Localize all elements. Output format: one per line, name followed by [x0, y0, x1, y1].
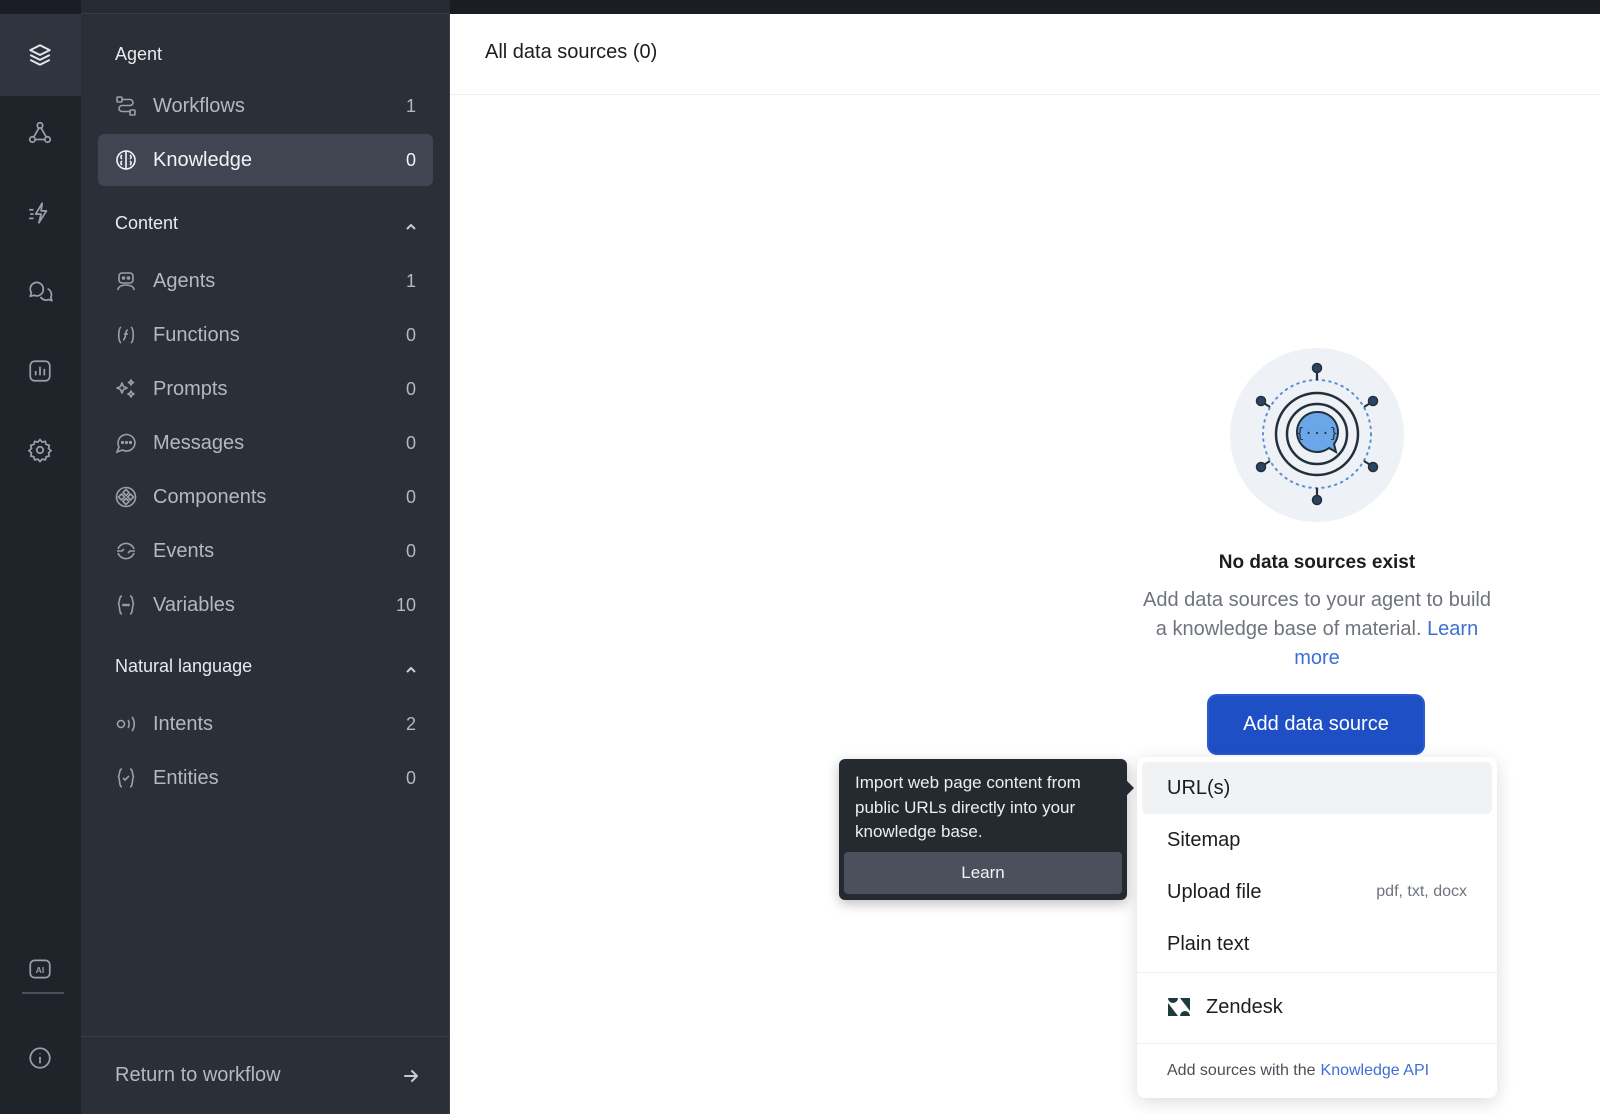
- add-data-source-button[interactable]: Add data source: [1209, 696, 1423, 753]
- sidebar-item-messages[interactable]: Messages 0: [98, 417, 433, 469]
- sidebar-item-count: 2: [405, 713, 416, 734]
- sidebar-item-intents[interactable]: Intents 2: [98, 698, 433, 750]
- menu-item-urls[interactable]: URL(s): [1142, 762, 1492, 814]
- sidebar-item-label: Knowledge: [153, 148, 252, 171]
- sidebar-item-variables[interactable]: Variables 10: [98, 579, 433, 631]
- sidebar-item-agents[interactable]: Agents 1: [98, 255, 433, 307]
- analytics-icon[interactable]: [25, 356, 55, 386]
- menu-item-upload-file[interactable]: Upload file pdf, txt, docx: [1142, 866, 1492, 918]
- sidebar-top-strip: [81, 0, 450, 14]
- workflow-graph-icon[interactable]: [25, 118, 55, 148]
- sidebar-item-label: Components: [153, 485, 267, 508]
- sidebar-item-count: 0: [405, 540, 416, 561]
- sidebar-item-label: Messages: [153, 431, 245, 454]
- sidebar-item-count: 0: [405, 378, 416, 399]
- layers-icon[interactable]: [25, 40, 55, 70]
- page-title: All data sources (0): [485, 41, 658, 63]
- url-tooltip: Import web page content from public URLs…: [839, 759, 1134, 900]
- chevron-up-icon[interactable]: [403, 219, 419, 235]
- menu-item-label: Sitemap: [1167, 828, 1241, 851]
- sidebar-item-entities[interactable]: Entities 0: [98, 752, 433, 804]
- lightning-icon[interactable]: [25, 198, 55, 228]
- sidebar-item-prompts[interactable]: Prompts 0: [98, 363, 433, 415]
- chat-bubbles-icon[interactable]: [25, 277, 55, 307]
- sidebar-item-label: Entities: [153, 766, 219, 789]
- footer-text: Add sources with the: [1167, 1062, 1316, 1079]
- sidebar: Agent Workflows 1 Knowledge 0 Content Ag…: [81, 0, 450, 1114]
- message-icon: [113, 430, 139, 456]
- section-heading-agent: Agent: [115, 44, 163, 64]
- sidebar-item-label: Functions: [153, 323, 240, 346]
- menu-item-sitemap[interactable]: Sitemap: [1142, 814, 1492, 866]
- sidebar-item-count: 0: [405, 486, 416, 507]
- menu-item-label: Upload file: [1167, 880, 1262, 903]
- settings-icon[interactable]: [25, 435, 55, 465]
- ai-icon[interactable]: AI: [25, 954, 55, 984]
- svg-text:AI: AI: [36, 965, 45, 975]
- sidebar-item-count: 1: [405, 270, 416, 291]
- sidebar-item-label: Workflows: [153, 94, 245, 117]
- sidebar-item-count: 10: [395, 594, 416, 615]
- robot-icon: [113, 268, 139, 294]
- file-types-hint: pdf, txt, docx: [1376, 883, 1467, 900]
- tooltip-learn-button[interactable]: Learn: [844, 852, 1122, 894]
- sidebar-item-functions[interactable]: Functions 0: [98, 309, 433, 361]
- sidebar-item-events[interactable]: Events 0: [98, 525, 433, 577]
- return-to-workflow-label: Return to workflow: [115, 1064, 281, 1086]
- sidebar-item-count: 0: [405, 324, 416, 345]
- return-to-workflow-button[interactable]: Return to workflow: [81, 1036, 450, 1114]
- tooltip-text: Import web page content from public URLs…: [855, 773, 1081, 841]
- sidebar-item-label: Agents: [153, 269, 216, 292]
- variables-icon: [113, 592, 139, 618]
- sidebar-item-label: Events: [153, 539, 215, 562]
- data-source-dropdown: URL(s) Sitemap Upload file pdf, txt, doc…: [1137, 757, 1497, 1098]
- components-icon: [113, 484, 139, 510]
- dropdown-footer: Add sources with the Knowledge API: [1137, 1043, 1497, 1098]
- knowledge-api-link[interactable]: Knowledge API: [1321, 1062, 1430, 1080]
- sidebar-item-knowledge[interactable]: Knowledge 0: [98, 134, 433, 186]
- knowledge-network-icon: {···}: [1255, 362, 1379, 506]
- events-icon: [113, 538, 139, 564]
- rail-divider: [22, 992, 64, 994]
- section-heading-natural-language: Natural language: [115, 656, 253, 676]
- rail-top-strip: [0, 0, 81, 14]
- empty-state-title: No data sources exist: [1218, 552, 1416, 573]
- sparkle-icon: [113, 376, 139, 402]
- section-heading-content: Content: [115, 213, 179, 233]
- entity-icon: [113, 765, 139, 791]
- sidebar-item-label: Variables: [153, 593, 235, 616]
- menu-item-label: Plain text: [1167, 932, 1250, 955]
- chevron-up-icon[interactable]: [403, 662, 419, 678]
- intent-icon: [113, 711, 139, 737]
- menu-item-zendesk[interactable]: Zendesk: [1142, 981, 1492, 1033]
- zendesk-icon: [1168, 998, 1190, 1016]
- sidebar-item-count: 0: [405, 149, 416, 170]
- main-header: All data sources (0): [450, 14, 1600, 95]
- menu-item-label: URL(s): [1167, 776, 1231, 799]
- brain-icon: [113, 147, 139, 173]
- sidebar-item-label: Prompts: [153, 377, 228, 400]
- sidebar-item-count: 0: [405, 432, 416, 453]
- menu-divider: [1137, 972, 1497, 973]
- icon-rail: AI: [0, 0, 81, 1114]
- arrow-right-icon: [404, 1069, 418, 1082]
- info-icon[interactable]: [25, 1043, 55, 1073]
- top-bar: [450, 0, 1600, 14]
- sidebar-item-workflows[interactable]: Workflows 1: [98, 80, 433, 132]
- workflow-icon: [113, 93, 139, 119]
- sidebar-item-label: Intents: [153, 712, 214, 735]
- menu-item-plain-text[interactable]: Plain text: [1142, 918, 1492, 970]
- sidebar-item-components[interactable]: Components 0: [98, 471, 433, 523]
- knowledge-illustration: {···}: [1230, 348, 1404, 522]
- function-icon: [113, 322, 139, 348]
- svg-text:{···}: {···}: [1296, 426, 1338, 442]
- menu-item-label: Zendesk: [1206, 995, 1283, 1018]
- sidebar-item-count: 1: [405, 95, 416, 116]
- empty-state-description: Add data sources to your agent to build …: [1140, 586, 1494, 673]
- sidebar-item-count: 0: [405, 767, 416, 788]
